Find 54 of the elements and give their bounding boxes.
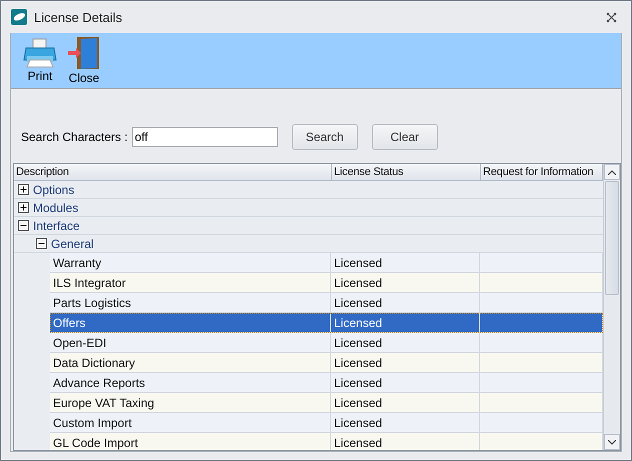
clear-button[interactable]: Clear <box>372 124 438 150</box>
table-cell: Data Dictionary <box>50 353 331 372</box>
table-cell: Licensed <box>331 333 480 352</box>
toolbar-button[interactable]: Close <box>65 33 103 83</box>
table-cell: Open-EDI <box>50 333 331 352</box>
column-header[interactable]: License Status <box>332 164 481 181</box>
table-cell: ILS Integrator <box>50 273 331 292</box>
table-row[interactable]: Custom Import Licensed <box>50 413 603 433</box>
close-icon[interactable] <box>606 12 617 22</box>
table-cell: Warranty <box>50 253 331 272</box>
table-cell: Licensed <box>331 293 480 312</box>
tree-node-label[interactable]: Options <box>33 182 74 196</box>
table-cell: Licensed <box>331 353 480 372</box>
table-cell: Licensed <box>331 253 480 272</box>
table-row[interactable]: GL Code Import Licensed <box>50 433 603 450</box>
printer-icon <box>23 38 57 68</box>
table-cell: GL Code Import <box>50 433 331 450</box>
table-cell: Europe VAT Taxing <box>50 393 331 412</box>
table-row[interactable]: Warranty Licensed <box>50 253 603 273</box>
table-cell: Licensed <box>331 313 480 332</box>
table-cell: Offers <box>50 313 331 332</box>
scroll-down-button[interactable] <box>604 434 620 450</box>
door-exit-icon <box>67 36 101 70</box>
table-row[interactable]: ILS Integrator Licensed <box>50 273 603 293</box>
scrollbar-thumb[interactable] <box>605 181 619 295</box>
table-cell: Custom Import <box>50 413 331 432</box>
app-icon <box>11 9 27 25</box>
table-row[interactable]: Open-EDI Licensed <box>50 333 603 353</box>
expand-icon[interactable] <box>18 202 29 213</box>
column-header[interactable]: Description <box>14 164 332 181</box>
tree-node-label[interactable]: General <box>51 236 94 250</box>
collapse-icon[interactable] <box>18 220 29 231</box>
table-row[interactable]: Data Dictionary Licensed <box>50 353 603 373</box>
toolbar-button[interactable]: Print <box>21 33 59 83</box>
scroll-up-button[interactable] <box>604 164 620 180</box>
table-cell: Licensed <box>331 273 480 292</box>
table-row[interactable]: Advance Reports Licensed <box>50 373 603 393</box>
tree-node-label[interactable]: Modules <box>33 200 78 214</box>
table-row[interactable]: Offers Licensed <box>50 313 603 333</box>
search-field[interactable]: off <box>132 127 278 147</box>
table-row[interactable]: Europe VAT Taxing Licensed <box>50 393 603 413</box>
table-cell: Licensed <box>331 413 480 432</box>
table-cell: Licensed <box>331 393 480 412</box>
expand-icon[interactable] <box>18 184 29 195</box>
table-cell: Licensed <box>331 433 480 450</box>
table-cell: Licensed <box>331 373 480 392</box>
tree-node-label[interactable]: Interface <box>33 218 80 232</box>
table-cell: Advance Reports <box>50 373 331 392</box>
table-cell: Parts Logistics <box>50 293 331 312</box>
search-label: Search Characters : <box>21 130 128 144</box>
window-title: License Details <box>34 10 124 24</box>
table-row[interactable]: Parts Logistics Licensed <box>50 293 603 313</box>
search-button[interactable]: Search <box>292 124 358 150</box>
collapse-icon[interactable] <box>36 238 47 249</box>
